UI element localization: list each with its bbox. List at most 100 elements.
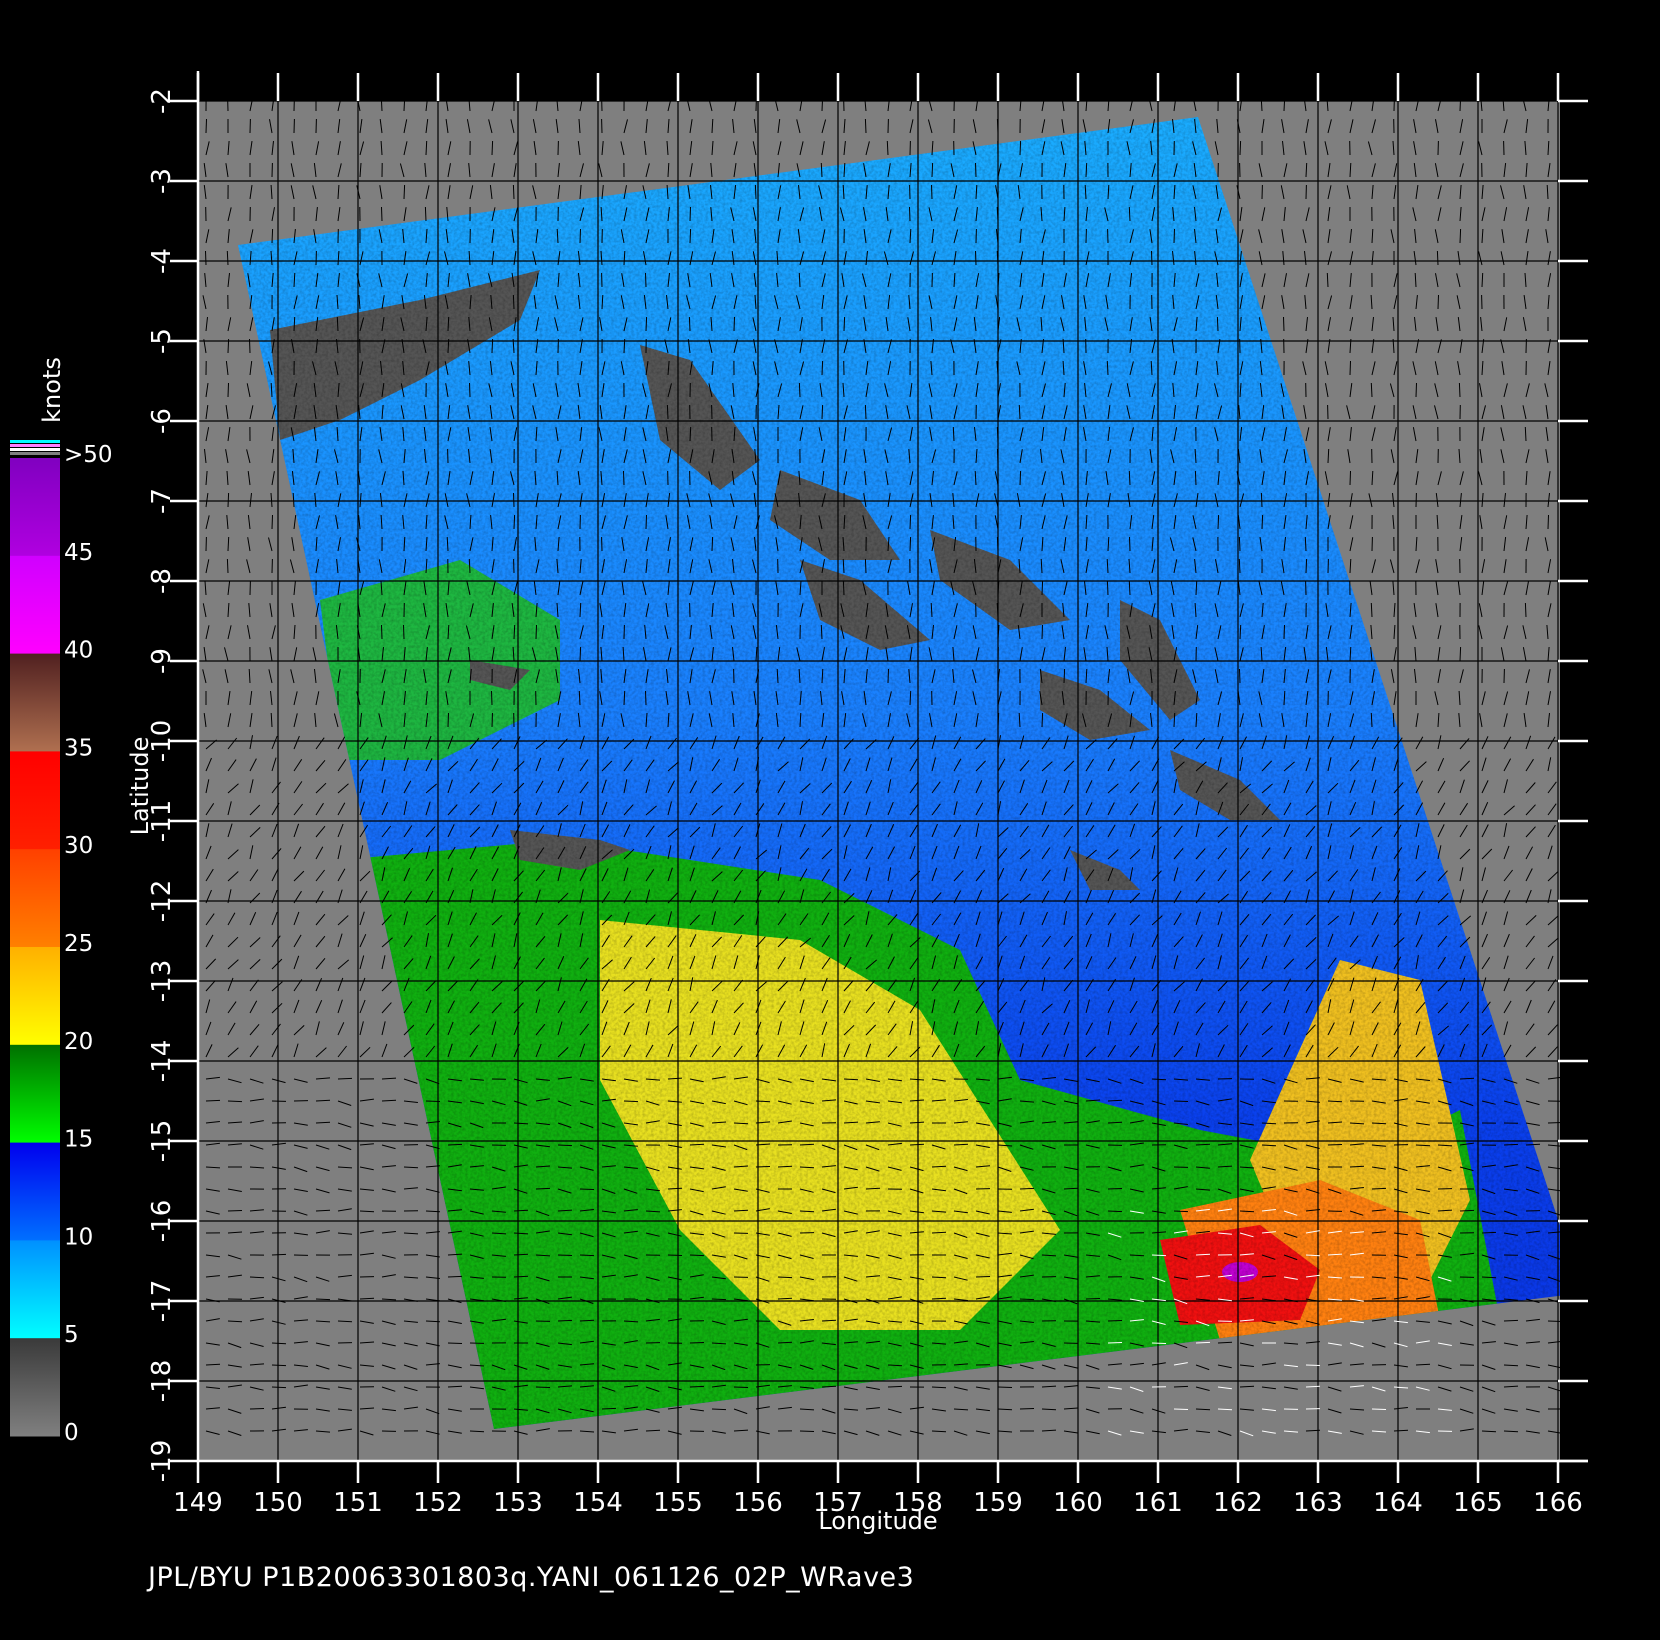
wind-barb bbox=[1547, 1320, 1563, 1322]
wind-barb bbox=[996, 448, 999, 464]
colorbar-label: 5 bbox=[64, 1322, 79, 1348]
wind-barb bbox=[1305, 1364, 1321, 1366]
wind-barb bbox=[864, 118, 867, 134]
colorbar-band bbox=[10, 1338, 60, 1437]
colorbar-labels: 0 5 10 15 20 25 30 35 40 45 >50 bbox=[64, 442, 113, 1446]
x-tick-label: 153 bbox=[493, 1488, 543, 1518]
y-tick-label: -9 bbox=[147, 648, 177, 674]
wind-barb bbox=[425, 1100, 441, 1102]
wind-barb bbox=[1019, 140, 1022, 156]
wind-barb bbox=[1107, 1320, 1123, 1322]
x-tick-label: 160 bbox=[1053, 1488, 1103, 1518]
wind-barb bbox=[1041, 712, 1044, 728]
wind-barb bbox=[227, 382, 229, 398]
wind-barb bbox=[1173, 228, 1175, 244]
y-tick-label: -4 bbox=[147, 248, 177, 274]
wind-barb bbox=[820, 162, 823, 178]
wind-barb bbox=[755, 1166, 771, 1168]
wind-barb bbox=[227, 536, 230, 552]
wind-barb bbox=[733, 1122, 749, 1125]
wind-barb bbox=[1085, 1298, 1101, 1300]
y-tick-label: -2 bbox=[147, 88, 177, 114]
y-tick-label: -3 bbox=[147, 168, 177, 194]
wind-barb bbox=[491, 338, 494, 354]
wind-barb bbox=[1459, 1209, 1475, 1212]
wind-barb bbox=[997, 1408, 1013, 1411]
wind-barb bbox=[1327, 448, 1330, 464]
wind-barb bbox=[1370, 382, 1373, 398]
wind-barb bbox=[1459, 96, 1462, 112]
wind-barb bbox=[1239, 624, 1242, 640]
wind-barb bbox=[996, 426, 999, 442]
wind-barb bbox=[1481, 272, 1484, 288]
wind-barb bbox=[447, 338, 450, 354]
wind-barb bbox=[886, 140, 889, 156]
wind-barb bbox=[975, 162, 977, 178]
colorbar-unit-label: knots bbox=[38, 357, 66, 423]
x-tick-label: 151 bbox=[333, 1488, 383, 1518]
wind-barb bbox=[1525, 1143, 1541, 1146]
x-tick-label: 159 bbox=[973, 1488, 1023, 1518]
wind-barb bbox=[205, 1099, 221, 1102]
wind-barb bbox=[227, 1100, 243, 1103]
colorbar-top-stripes bbox=[10, 440, 60, 455]
wind-barb bbox=[931, 1231, 947, 1234]
wind-barb bbox=[1041, 624, 1043, 640]
wind-barb bbox=[381, 624, 383, 640]
wind-barb bbox=[1041, 580, 1044, 596]
wind-barb bbox=[1327, 1144, 1343, 1146]
wind-barb bbox=[689, 206, 691, 222]
wind-barb bbox=[1173, 1385, 1189, 1388]
wind-barb bbox=[271, 514, 273, 530]
wind-barb bbox=[1305, 162, 1308, 178]
wind-barb bbox=[513, 1209, 529, 1212]
colorbar-band bbox=[10, 849, 60, 948]
wind-barb bbox=[1173, 1408, 1189, 1410]
wind-barb bbox=[821, 404, 824, 420]
wind-barb bbox=[513, 514, 516, 530]
wind-barb bbox=[1173, 1210, 1189, 1213]
y-tick-label: -14 bbox=[147, 1040, 177, 1082]
wind-barb bbox=[864, 404, 867, 420]
wind-barb bbox=[1349, 1165, 1365, 1168]
wind-barb bbox=[689, 426, 692, 442]
wind-barb bbox=[887, 668, 889, 684]
colorbar-band bbox=[10, 458, 60, 557]
wind-barb bbox=[336, 316, 339, 332]
wind-barb bbox=[1194, 470, 1197, 486]
y-tick-label: -17 bbox=[147, 1280, 177, 1322]
colorbar-band bbox=[10, 947, 60, 1046]
wind-barb bbox=[843, 1078, 859, 1081]
wind-barb bbox=[1547, 514, 1549, 530]
wind-barb bbox=[447, 316, 450, 332]
wind-barb bbox=[226, 250, 229, 266]
wind-barb bbox=[1547, 1122, 1563, 1124]
wind-barb bbox=[1524, 602, 1527, 618]
colorbar-label: 20 bbox=[64, 1029, 93, 1055]
wind-barb bbox=[1481, 1430, 1497, 1433]
wind-barb bbox=[491, 712, 493, 728]
wind-barb bbox=[227, 1210, 243, 1212]
wind-barb bbox=[996, 536, 999, 552]
wind-barb bbox=[337, 1320, 353, 1323]
wind-barb bbox=[491, 140, 494, 156]
wind-barb bbox=[711, 536, 714, 552]
wind-barb bbox=[777, 1276, 793, 1279]
wind-barb bbox=[1239, 1385, 1255, 1388]
colorbar-band bbox=[10, 653, 60, 752]
wind-barb bbox=[359, 1297, 375, 1300]
wind-barb bbox=[799, 1210, 815, 1213]
y-tick-label: -13 bbox=[147, 960, 177, 1002]
wind-barb bbox=[909, 206, 911, 222]
wind-map-figure: 149 150 151 152 153 154 155 156 157 158 159 160 161 1… bbox=[10, 71, 1588, 1535]
wind-barb bbox=[469, 382, 471, 398]
wind-barb bbox=[579, 646, 582, 662]
y-tick-label: -15 bbox=[147, 1120, 177, 1162]
wind-barb bbox=[1326, 272, 1329, 288]
wind-barb bbox=[645, 690, 647, 706]
wind-barb bbox=[689, 1143, 705, 1146]
wind-barb bbox=[667, 1254, 683, 1256]
colorbar-label: 15 bbox=[64, 1127, 93, 1153]
wind-barb bbox=[1019, 1187, 1035, 1190]
wind-barb bbox=[315, 1121, 331, 1124]
